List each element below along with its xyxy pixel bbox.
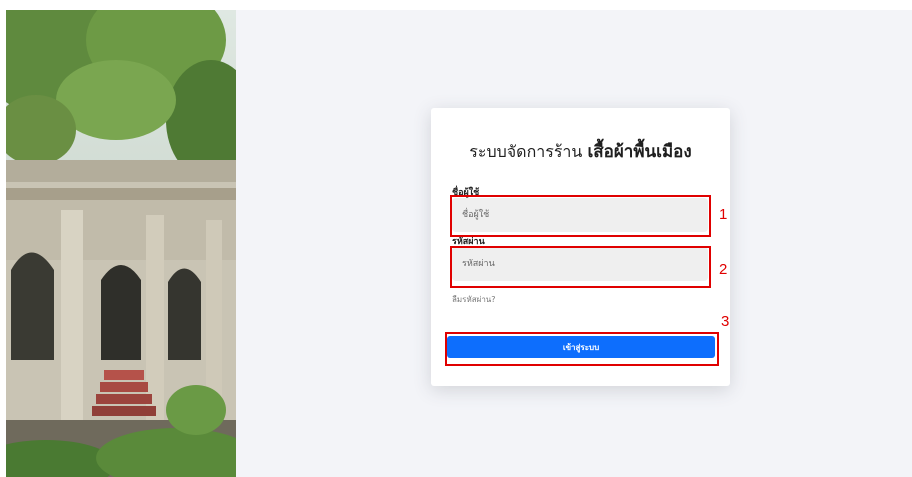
login-page: ระบบจัดการร้าน เสื้อผ้าพื้นเมือง ชื่อผู้… [0, 0, 912, 477]
annotation-label-1: 1 [719, 206, 728, 223]
annotation-label-2: 2 [719, 261, 728, 278]
main-area: ระบบจัดการร้าน เสื้อผ้าพื้นเมือง ชื่อผู้… [236, 10, 912, 477]
annotation-box-password [450, 246, 711, 288]
annotation-box-username [450, 195, 711, 237]
title-prefix: ระบบจัดการร้าน [469, 142, 583, 161]
title-brand: เสื้อผ้าพื้นเมือง [587, 142, 692, 162]
annotation-label-3: 3 [721, 313, 730, 330]
forgot-password-link[interactable]: ลืมรหัสผ่าน? [452, 293, 496, 306]
annotation-box-login [445, 332, 719, 366]
temple-photo [6, 10, 236, 477]
page-title: ระบบจัดการร้าน เสื้อผ้าพื้นเมือง [431, 138, 730, 165]
